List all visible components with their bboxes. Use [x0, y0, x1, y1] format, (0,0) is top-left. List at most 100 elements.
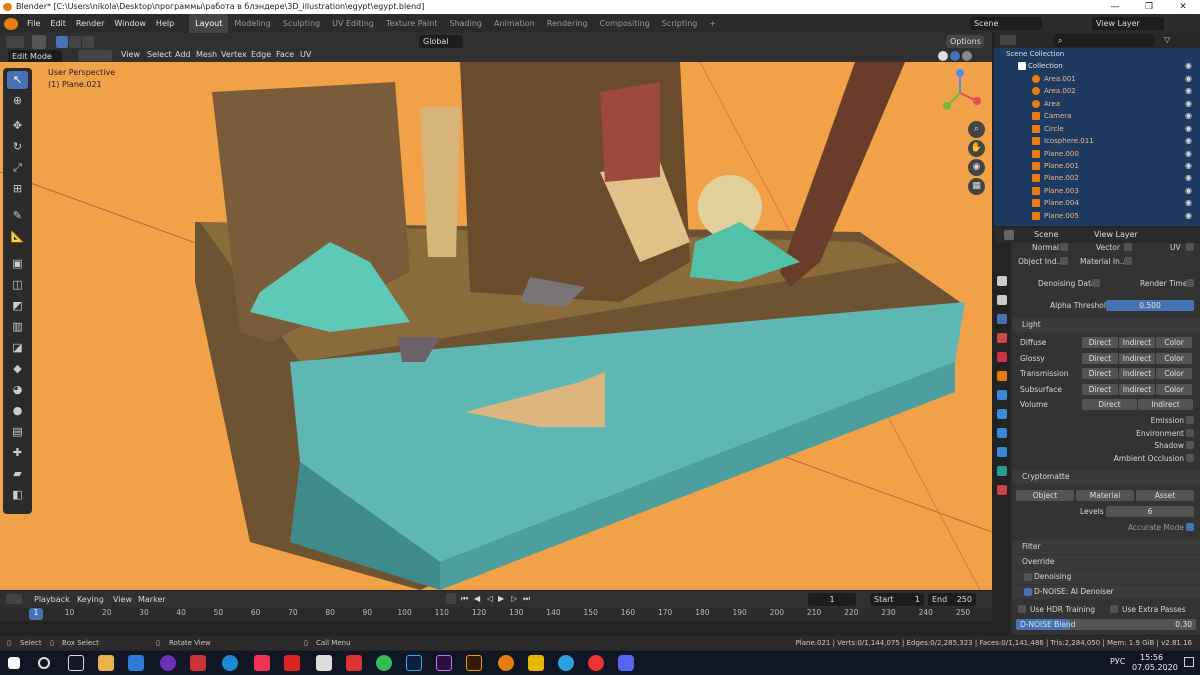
menu-timeline-view[interactable]: View [113, 595, 132, 604]
scene-selector[interactable]: Scene [970, 17, 1042, 30]
light-pass-button[interactable]: Direct [1082, 368, 1118, 379]
menu-playback[interactable]: Playback [34, 595, 70, 604]
discord-icon[interactable] [618, 655, 634, 671]
dnoise-blend-slider[interactable]: D-NOISE Blend 0.30 [1016, 619, 1196, 630]
end-frame-field[interactable]: End 250 [928, 593, 976, 606]
visibility-eye-icon[interactable]: ◉ [1185, 85, 1192, 97]
current-frame-field[interactable]: 1 [808, 593, 856, 606]
play-icon[interactable]: ▶ [498, 594, 504, 603]
properties-section-header[interactable]: Denoising [1012, 570, 1200, 584]
grid-view-icon[interactable]: ▦ [968, 178, 985, 195]
alpha-threshold-slider[interactable]: 0.500 [1106, 300, 1194, 311]
app-icon-7[interactable] [376, 655, 392, 671]
add-workspace-icon[interactable]: + [703, 14, 722, 33]
light-pass-button[interactable]: Indirect [1119, 337, 1155, 348]
windows-start-icon[interactable] [8, 657, 20, 669]
visibility-eye-icon[interactable]: ◉ [1185, 123, 1192, 135]
outliner-row[interactable]: Plane.003 ◉ [994, 185, 1200, 197]
tab-shading[interactable]: Shading [443, 14, 488, 33]
outliner-row[interactable]: Plane.002 ◉ [994, 172, 1200, 184]
outliner-row[interactable]: Area.001 ◉ [994, 73, 1200, 85]
light-toggle-checkbox[interactable] [1186, 453, 1194, 462]
tab-compositing[interactable]: Compositing [594, 14, 656, 33]
outliner-row[interactable]: Plane.001 ◉ [994, 160, 1200, 172]
menu-edit[interactable]: Edit [45, 14, 71, 33]
menu-keying[interactable]: Keying [77, 595, 104, 604]
tab-layout[interactable]: Layout [189, 14, 229, 33]
filter-icon[interactable]: ▽ [1164, 35, 1170, 44]
menu-mesh[interactable]: Mesh [196, 50, 217, 59]
view-layer-selector[interactable]: View Layer [1092, 17, 1164, 30]
app-icon-6[interactable] [346, 655, 362, 671]
record-button[interactable] [446, 593, 456, 604]
bevel-tool-icon[interactable]: ◩ [7, 297, 28, 315]
app-icon-8[interactable] [528, 655, 544, 671]
visibility-eye-icon[interactable]: ◉ [1185, 98, 1192, 110]
tool-icon[interactable] [32, 35, 46, 49]
cursor-tool-icon[interactable]: ⊕ [7, 92, 28, 110]
minimize-button[interactable]: — [1098, 0, 1132, 14]
light-pass-button[interactable]: Color [1156, 383, 1192, 395]
spin-tool-icon[interactable]: ◕ [7, 381, 28, 399]
prev-key-icon[interactable]: ◀ [474, 594, 480, 603]
navigation-gizmo[interactable] [935, 68, 985, 118]
outliner-row[interactable]: Plane.000 ◉ [994, 148, 1200, 160]
tab-sculpting[interactable]: Sculpting [277, 14, 326, 33]
pass-uv-checkbox[interactable] [1186, 243, 1194, 251]
tab-scripting[interactable]: Scripting [656, 14, 704, 33]
menu-window[interactable]: Window [109, 14, 151, 33]
pass-material-index-checkbox[interactable] [1124, 257, 1132, 265]
clock-time[interactable]: 15:56 [1140, 653, 1163, 662]
world-tab-icon[interactable] [997, 352, 1007, 362]
outliner-type-icon[interactable] [1000, 35, 1016, 45]
visibility-eye-icon[interactable]: ◉ [1185, 197, 1192, 209]
chrome-icon[interactable] [588, 655, 604, 671]
section-enable-checkbox[interactable] [1024, 588, 1032, 596]
menu-file[interactable]: File [22, 14, 45, 33]
cryptomatte-button[interactable]: Material [1076, 490, 1134, 501]
outliner-row[interactable]: Collection ◉ [994, 60, 1200, 72]
cryptomatte-button[interactable]: Asset [1136, 490, 1194, 501]
edge-browser-icon[interactable] [222, 655, 238, 671]
app-icon-1[interactable] [160, 655, 176, 671]
app-icon-2[interactable] [190, 655, 206, 671]
light-pass-button[interactable]: Color [1156, 352, 1192, 364]
3d-viewport[interactable]: User Perspective (1) Plane.021 [0, 62, 992, 590]
rip-tool-icon[interactable]: ◧ [7, 486, 28, 504]
outliner-row[interactable]: Circle ◉ [994, 123, 1200, 135]
start-frame-field[interactable]: Start 1 [870, 593, 924, 606]
hdr-training-checkbox[interactable] [1018, 605, 1026, 613]
visibility-eye-icon[interactable]: ◉ [1185, 135, 1192, 147]
select-tool-icon[interactable]: ↖ [7, 71, 28, 89]
light-section-header[interactable]: Light [1012, 318, 1200, 332]
outliner-row[interactable]: Plane.005 ◉ [994, 210, 1200, 222]
select-subtract-icon[interactable] [82, 36, 94, 48]
visibility-eye-icon[interactable]: ◉ [1185, 210, 1192, 222]
shading-solid-icon[interactable] [938, 51, 948, 61]
visibility-eye-icon[interactable]: ◉ [1185, 110, 1192, 122]
menu-view[interactable]: View [121, 50, 140, 59]
options-dropdown[interactable]: Options [946, 35, 984, 48]
poly-build-tool-icon[interactable]: ◆ [7, 360, 28, 378]
app-icon-3[interactable] [254, 655, 270, 671]
outliner-search-input[interactable]: ⌕ [1054, 34, 1154, 47]
pass-object-index-checkbox[interactable] [1060, 257, 1068, 265]
scale-tool-icon[interactable]: ⤢ [7, 159, 28, 177]
menu-select[interactable]: Select [147, 50, 172, 59]
pan-view-icon[interactable]: ✋ [968, 140, 985, 157]
select-new-icon[interactable] [56, 36, 68, 48]
visibility-eye-icon[interactable]: ◉ [1185, 160, 1192, 172]
jump-end-icon[interactable]: ⏭ [523, 594, 530, 604]
language-indicator[interactable]: РУС [1110, 657, 1125, 666]
light-pass-button[interactable]: Indirect [1119, 383, 1155, 395]
extrude-tool-icon[interactable]: ▣ [7, 255, 28, 273]
app-icon-5[interactable] [316, 655, 332, 671]
constraints-tab-icon[interactable] [997, 447, 1007, 457]
light-toggle-checkbox[interactable] [1186, 416, 1194, 424]
scene-tab-icon[interactable] [997, 333, 1007, 343]
outliner-row[interactable]: Area ◉ [994, 98, 1200, 110]
breadcrumb-scene[interactable]: Scene [1034, 230, 1058, 239]
outliner-row[interactable]: Plane.004 ◉ [994, 197, 1200, 209]
annotate-tool-icon[interactable]: ✎ [7, 207, 28, 225]
clock-date[interactable]: 07.05.2020 [1132, 663, 1178, 672]
